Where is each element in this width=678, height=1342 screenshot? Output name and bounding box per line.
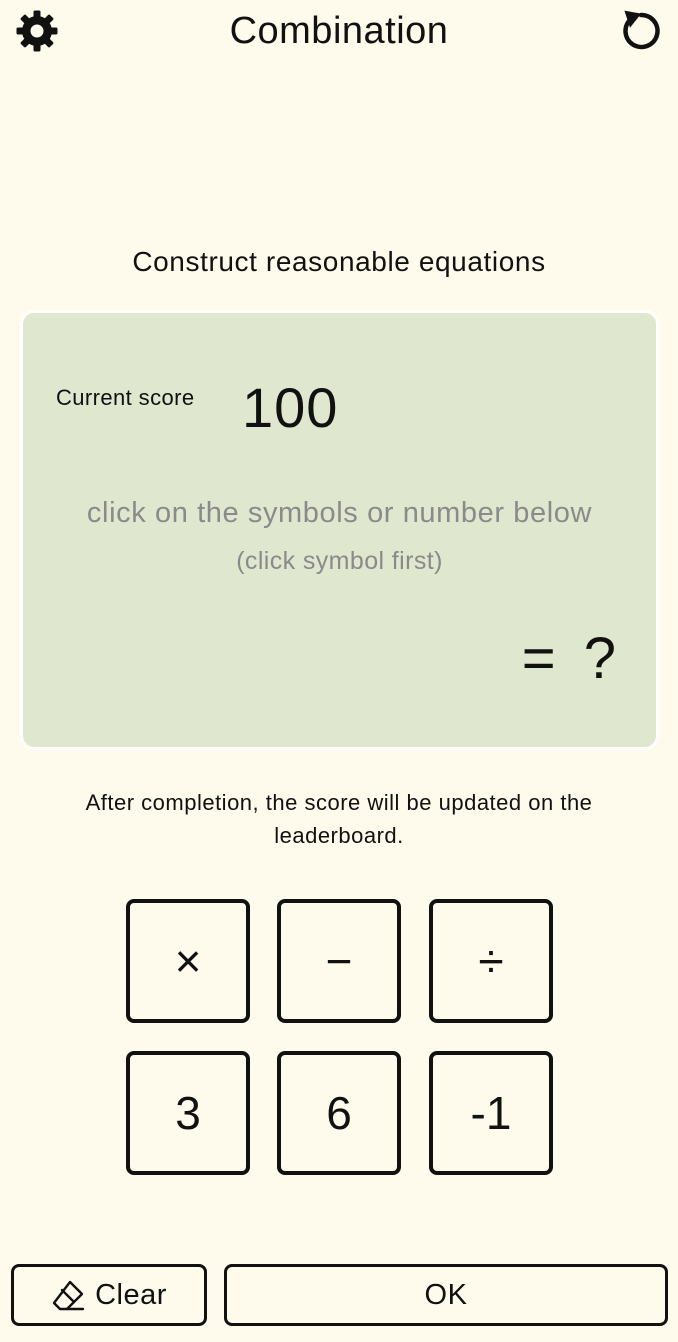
app-header: Combination [0,0,678,64]
key-label: − [325,935,353,987]
score-value: 100 [242,376,339,439]
divide-key[interactable]: ÷ [429,899,553,1023]
equation-panel: Current score 100 click on the symbols o… [20,310,659,750]
score-label: Current score [56,385,195,410]
ok-label: OK [424,1278,468,1311]
key-label: × [174,935,202,987]
clear-button[interactable]: Clear [11,1264,207,1326]
key-label: 6 [326,1087,352,1139]
ok-button[interactable]: OK [224,1264,668,1326]
hint-text: click on the symbols or number below [86,497,593,529]
completion-note: After completion, the score will be upda… [85,790,593,848]
restart-button[interactable] [616,6,664,54]
number-key-minus-1[interactable]: -1 [429,1051,553,1175]
instruction-text: Construct reasonable equations [132,246,546,277]
restart-icon [623,10,660,50]
key-label: -1 [470,1087,512,1139]
subtract-key[interactable]: − [277,899,401,1023]
multiply-key[interactable]: × [126,899,250,1023]
number-key-3[interactable]: 3 [126,1051,250,1175]
number-key-6[interactable]: 6 [277,1051,401,1175]
eraser-icon [52,1280,85,1311]
clear-label: Clear [95,1278,167,1311]
key-label: 3 [175,1087,201,1139]
hint-subtext: (click symbol first) [236,547,443,575]
page-title: Combination [229,10,449,52]
equation-result: = ? [521,626,622,691]
key-label: ÷ [478,935,504,987]
